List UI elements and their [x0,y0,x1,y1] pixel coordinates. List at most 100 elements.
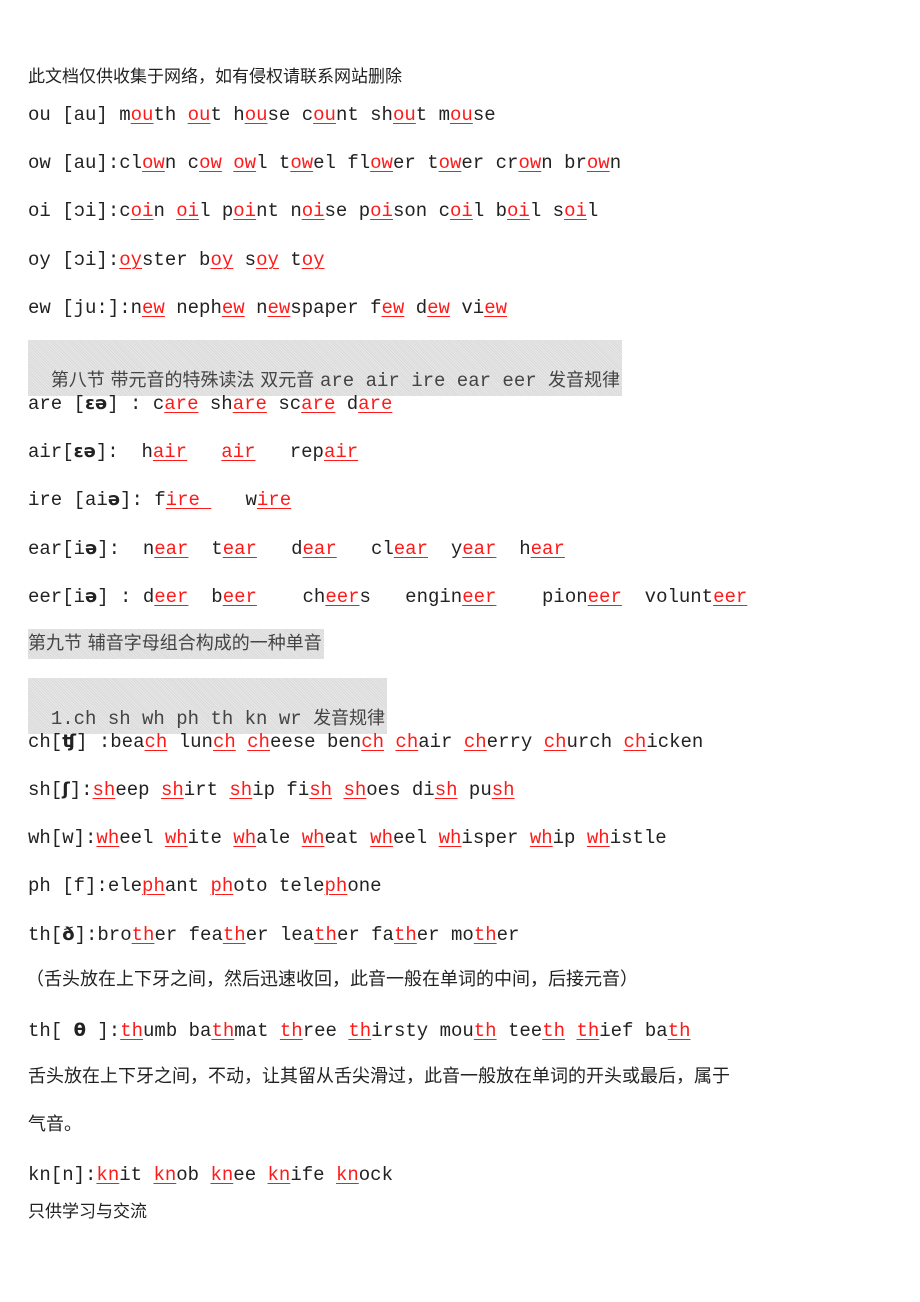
word-part: ba [188,1020,212,1042]
word-part: ele [107,875,143,897]
word-part: bea [110,731,145,753]
word-part: n [153,200,165,222]
example-word: soil [553,200,599,222]
example-word: oil [176,200,210,222]
highlighted-letters: wh [370,827,393,849]
word-part: s [244,249,257,271]
example-word: knee [210,1164,256,1186]
word-part: mou [439,1020,474,1042]
highlighted-letters: wh [301,827,325,849]
rule-line-eer: eer[iə] : deer beer cheers engineer pion… [28,584,747,610]
highlighted-letters: sh [343,779,367,801]
example-word: wheel [370,827,427,849]
word-part: y [450,538,463,560]
section-8-heading-cn-tail: 发音规律 [548,370,621,391]
word-part: icken [646,731,704,753]
highlighted-letters: eer [713,586,748,608]
highlighted-letters: th [542,1020,566,1042]
highlighted-letters: oy [119,249,143,271]
example-word: mouse [439,104,496,126]
highlighted-letters: are [358,393,393,415]
highlighted-letters: th [473,1020,497,1042]
footer-notice: 只供学习与交流 [28,1202,147,1222]
highlighted-letters: ou [130,104,154,126]
highlighted-letters: ew [484,297,507,319]
word-part: pu [468,779,492,801]
highlighted-letters: ow [518,152,542,174]
example-word: new [131,297,165,319]
word-part: se [472,104,496,126]
example-word: bath [645,1020,691,1042]
example-word: dew [416,297,450,319]
note-th-voiced: （舌头放在上下牙之间，然后迅速收回，此音一般在单词的中间，后接元音） [26,969,638,990]
highlighted-letters: oi [176,200,200,222]
word-part: n [130,297,143,319]
example-word: knit [96,1164,142,1186]
rule-label: air[ [28,441,74,463]
highlighted-letters: ch [144,731,168,753]
highlighted-letters: ph [142,875,165,897]
ipa-symbol: ʧ [62,731,77,752]
word-part: sh [370,104,393,126]
word-part: ock [358,1164,393,1186]
example-word: chair [395,731,452,753]
example-word: brother [97,924,177,946]
highlighted-letters: ew [381,297,405,319]
rule-label-suffix: ] : [97,586,143,608]
highlighted-letters: ow [586,152,610,174]
word-part: ch [279,586,326,608]
word-part: ip [252,779,276,801]
rule-label-suffix: ] : [107,393,153,415]
word-part: tele [278,875,325,897]
highlighted-letters: th [222,924,246,946]
word-part: d [346,393,359,415]
ipa-symbol: ɛə [85,393,108,414]
highlighted-letters: ch [247,731,270,753]
example-word: clown [119,152,176,174]
word-part: l [472,200,485,222]
word-part: s [359,586,371,608]
highlighted-letters: ire [256,489,292,511]
example-word: photo [210,875,267,897]
highlighted-letters: ear [393,538,428,560]
rule-label-suffix: ]: [85,1020,121,1042]
highlighted-letters: ow [370,152,393,174]
example-word: pioneer [519,586,622,608]
example-word: point [222,200,279,222]
word-part: c [438,200,450,222]
highlighted-letters: oi [301,200,325,222]
word-part: ob [176,1164,200,1186]
highlighted-letters: ph [324,875,348,897]
word-part: cr [495,152,519,174]
example-word: few [370,297,404,319]
highlighted-letters: ow [142,152,165,174]
highlighted-letters: sh [491,779,515,801]
word-part: ben [326,731,362,753]
highlighted-letters: sh [160,779,184,801]
word-part: ip [552,827,576,849]
rule-line-sh: sh[ʃ]:sheep shirt ship fish shoes dish p… [28,777,515,803]
highlighted-letters: eer [154,586,189,608]
example-word: dear [280,538,337,560]
example-word: cherry [464,731,532,753]
word-part: d [279,538,303,560]
word-part: t [290,249,302,271]
highlighted-letters: eer [462,586,497,608]
word-part: l [256,152,268,174]
highlighted-letters: th [279,1020,303,1042]
word-part: w [245,489,257,511]
example-word: whisper [439,827,519,849]
rule-line-th-voiceless: th[ θ ]:thumb bathmat three thirsty mout… [28,1018,691,1044]
word-part: d [142,586,155,608]
example-word: dish [412,779,458,801]
example-word: shoes [343,779,400,801]
rule-label: th[ [28,924,63,946]
example-word: fish [286,779,332,801]
example-word: fire [154,489,211,511]
highlighted-letters: oi [507,200,530,222]
highlighted-letters: oy [256,249,279,271]
rule-label: ear[i [28,538,86,560]
word-part: sc [278,393,302,415]
ipa-symbol: θ [73,1020,86,1041]
word-part: l [586,200,599,222]
